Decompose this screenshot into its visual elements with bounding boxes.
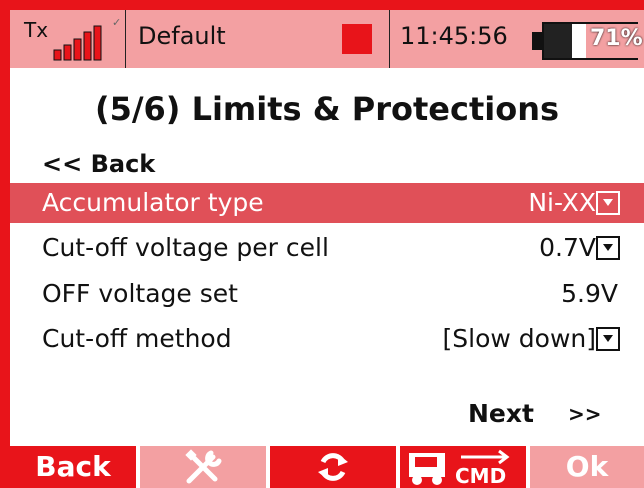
setting-value: Ni-XX	[528, 188, 596, 217]
model-cell: Default	[126, 10, 390, 68]
refresh-icon	[318, 453, 348, 481]
setting-value: 0.7V	[539, 233, 596, 262]
page-title: (5/6) Limits & Protections	[94, 90, 560, 128]
next-link[interactable]: Next	[468, 399, 534, 428]
wrench-screwdriver-icon	[185, 449, 222, 484]
battery-icon: 71%	[542, 22, 643, 60]
tx-label: Tx	[24, 18, 49, 42]
setting-label: Accumulator type	[42, 188, 264, 217]
model-name: Default	[138, 22, 226, 50]
time-cell: 11:45:56	[390, 10, 540, 68]
setting-row-off-voltage: OFF voltage set 5.9V	[10, 274, 644, 314]
footer-buttons: Back CMD Ok	[10, 446, 644, 488]
setting-row-cutoff-method[interactable]: Cut-off method [Slow down]	[10, 319, 644, 359]
setting-row-accumulator-type[interactable]: Accumulator type Ni-XX	[10, 183, 644, 223]
cmd-button[interactable]: CMD	[400, 446, 526, 488]
signal-strength-icon	[53, 25, 102, 61]
setting-row-cutoff-voltage[interactable]: Cut-off voltage per cell 0.7V	[10, 228, 644, 268]
dropdown-arrow-icon[interactable]	[596, 327, 620, 351]
clock: 11:45:56	[400, 22, 508, 50]
tools-button[interactable]	[140, 446, 266, 488]
setting-label: Cut-off method	[42, 324, 232, 353]
back-button[interactable]: Back	[10, 446, 136, 488]
dropdown-arrow-icon[interactable]	[596, 236, 620, 260]
cmd-label: CMD	[455, 464, 506, 487]
tx-signal-cell: Tx ✓	[10, 10, 126, 68]
battery-fill	[544, 24, 572, 58]
ok-button[interactable]: Ok	[530, 446, 644, 488]
check-icon: ✓	[112, 16, 122, 29]
battery-terminal	[532, 32, 542, 50]
setting-label: OFF voltage set	[42, 279, 238, 308]
dropdown-arrow-icon[interactable]	[596, 191, 620, 215]
setting-value: 5.9V	[561, 279, 618, 308]
device-screen: Tx ✓ Default 11:45:56 71% (5/6) Limits &…	[10, 10, 644, 488]
model-indicator-icon	[342, 24, 372, 54]
refresh-button[interactable]	[270, 446, 396, 488]
battery-percent: 71%	[590, 26, 643, 51]
next-arrows[interactable]: >>	[568, 402, 602, 426]
setting-value: [Slow down]	[442, 324, 596, 353]
vehicle-cmd-icon: CMD	[409, 449, 510, 488]
setting-label: Cut-off voltage per cell	[42, 233, 329, 262]
back-link[interactable]: << Back	[42, 150, 155, 178]
status-bar: Tx ✓ Default 11:45:56 71%	[10, 10, 644, 68]
